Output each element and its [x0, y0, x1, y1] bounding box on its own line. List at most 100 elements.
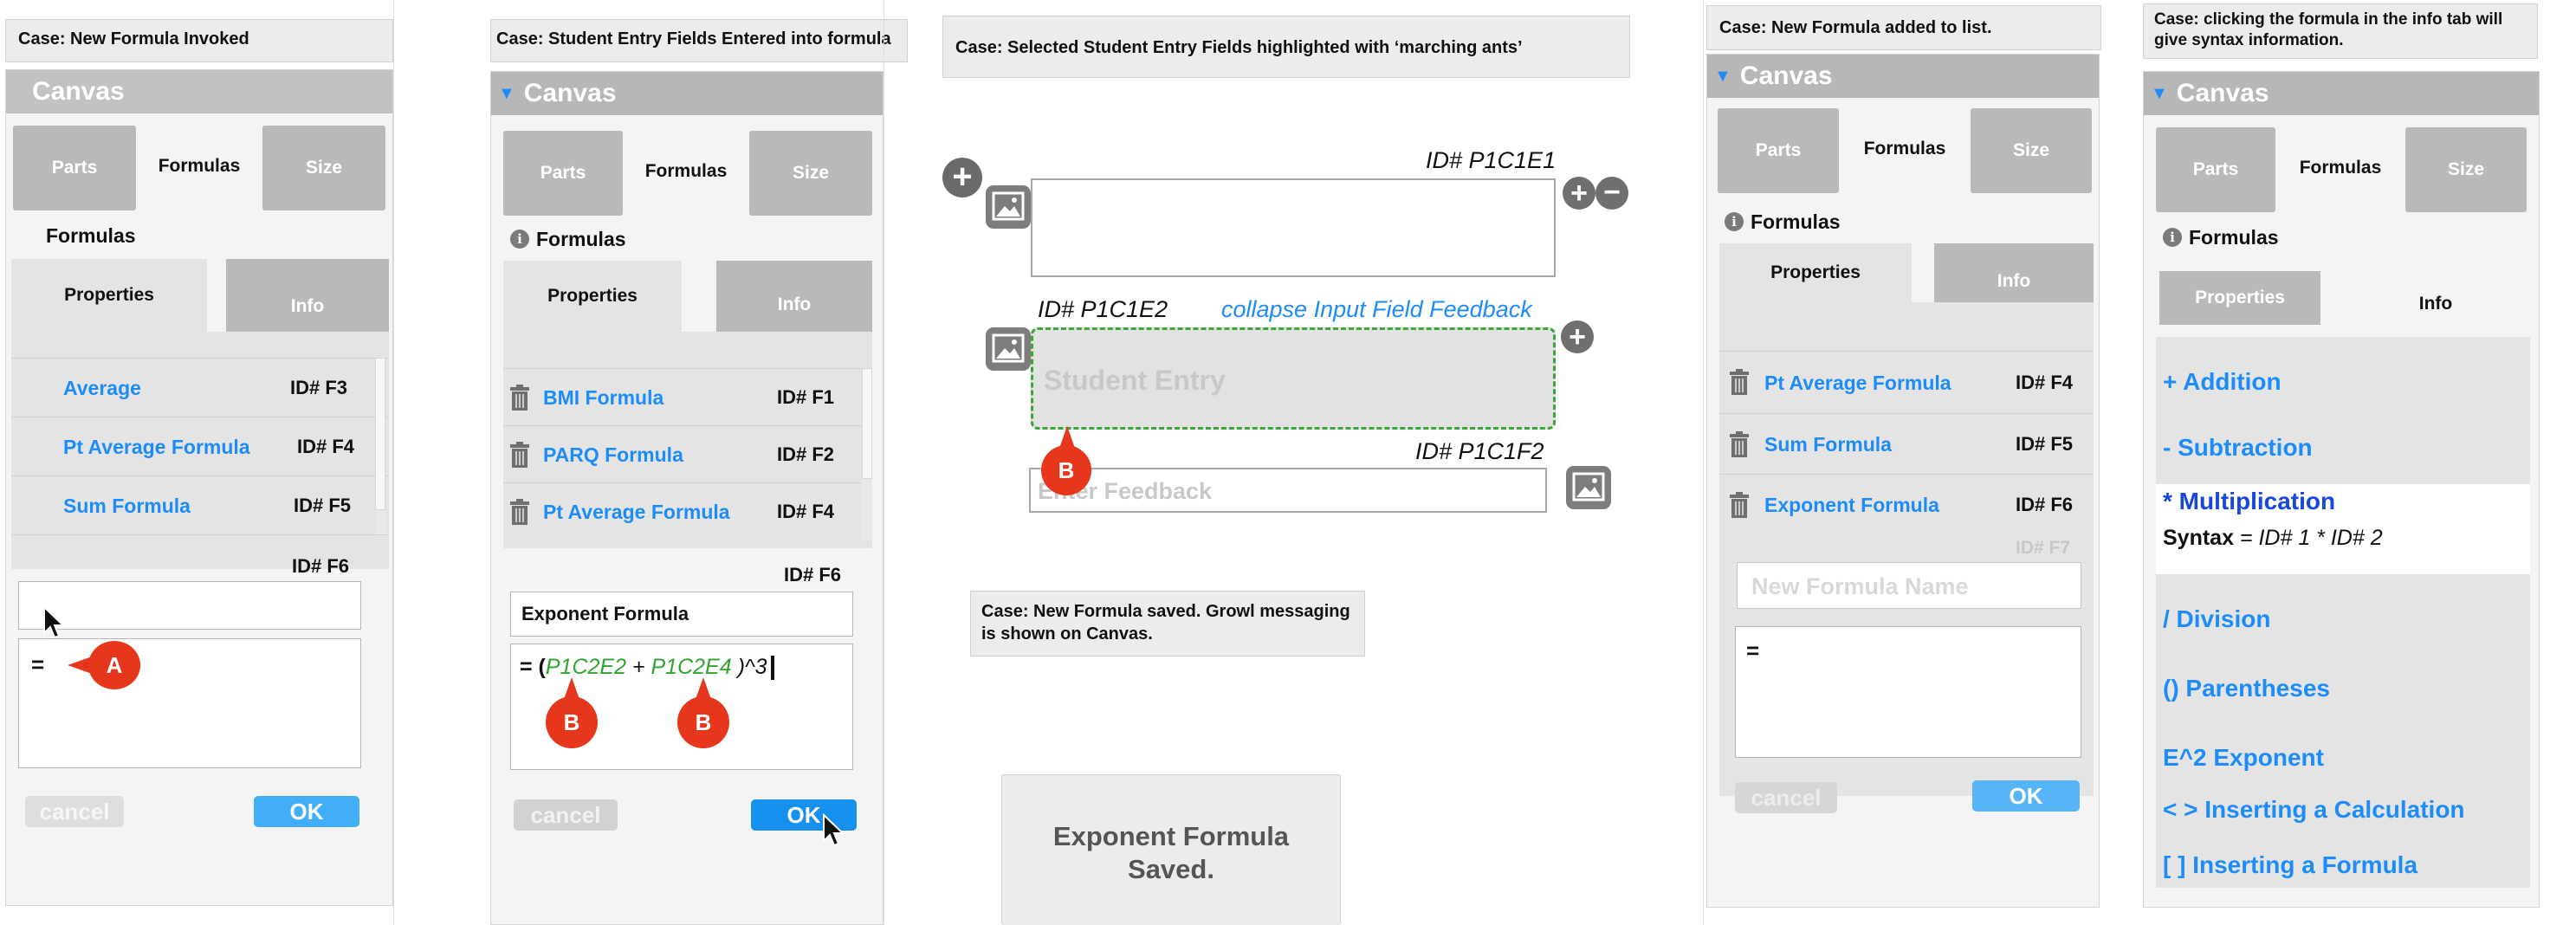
tab-parts[interactable]: Parts	[13, 126, 136, 210]
collapse-triangle-icon[interactable]: ▼	[1714, 67, 1731, 86]
tab-size[interactable]: Size	[1971, 108, 2092, 193]
trash-icon[interactable]	[1728, 431, 1751, 457]
image-icon[interactable]	[986, 327, 1031, 371]
syntax-item-formula[interactable]: [ ] Inserting a Formula	[2163, 851, 2417, 879]
subtab-properties[interactable]: Properties	[11, 259, 207, 332]
student-entry-reference[interactable]: P1C2E4	[651, 655, 732, 679]
subtab-info[interactable]: Info	[1934, 243, 2094, 302]
canvas-text-field[interactable]	[1031, 178, 1556, 277]
cancel-button[interactable]: cancel	[514, 799, 618, 831]
formula-expression-input[interactable]: = (P1C2E2 + P1C2E4 )^3 B B	[510, 644, 853, 770]
list-item[interactable]: Sum Formula ID# F5	[1719, 413, 2094, 474]
formula-name-input[interactable]	[18, 581, 361, 630]
extra-formula-id: ID# F6	[784, 564, 842, 585]
panel-header[interactable]: ▼ Canvas	[2144, 72, 2539, 115]
list-item[interactable]: Pt Average Formula ID# F4	[11, 417, 389, 475]
subtab-properties[interactable]: Properties	[503, 261, 682, 332]
tab-formulas[interactable]: Formulas	[138, 124, 261, 210]
formula-name: Exponent Formula	[1764, 494, 1939, 516]
trash-icon[interactable]	[508, 442, 531, 468]
formula-id: ID# F5	[294, 495, 352, 516]
tab-formulas[interactable]: Formulas	[1842, 107, 1967, 193]
student-entry-field-selected[interactable]: Student Entry	[1031, 327, 1556, 430]
cancel-button[interactable]: cancel	[1735, 782, 1837, 813]
ok-button[interactable]: OK	[254, 796, 359, 827]
trash-icon[interactable]	[508, 385, 531, 411]
plus-operator: +	[626, 655, 651, 679]
formula-name: Sum Formula	[1764, 433, 1892, 456]
collapse-triangle-icon[interactable]: ▼	[498, 84, 515, 103]
formula-id: ID# F5	[2016, 433, 2074, 455]
syntax-item-parentheses[interactable]: () Parentheses	[2163, 675, 2330, 702]
list-item[interactable]: PARQ Formula ID# F2	[503, 425, 872, 482]
case-label-student-entry-fields: Case: Student Entry Fields Entered into …	[490, 19, 908, 62]
ok-button[interactable]: OK	[1972, 780, 2080, 812]
formula-name-input[interactable]: Exponent Formula	[510, 592, 853, 637]
subtab-properties[interactable]: Properties	[1719, 243, 1912, 302]
formula-list: Average ID# F3 Pt Average Formula ID# F4 S…	[11, 332, 389, 569]
formula-name: BMI Formula	[543, 386, 664, 409]
scroll-thumb[interactable]	[375, 358, 385, 510]
tab-formulas[interactable]: Formulas	[2279, 126, 2402, 212]
list-item[interactable]: Sum Formula ID# F5	[11, 475, 389, 534]
feedback-field[interactable]: Enter Feedback	[1029, 468, 1547, 513]
info-icon[interactable]: i	[510, 229, 529, 249]
case-label-syntax-info: Case: clicking the formula in the info t…	[2143, 3, 2538, 59]
panel-title: Canvas	[2176, 79, 2269, 107]
info-icon[interactable]: i	[1725, 211, 1744, 231]
list-scrollbar[interactable]	[862, 368, 872, 540]
tab-size[interactable]: Size	[749, 131, 872, 216]
formula-prefix: = (	[520, 655, 546, 679]
list-scrollbar[interactable]	[375, 358, 385, 534]
list-item[interactable]: Pt Average Formula ID# F4	[1719, 351, 2094, 413]
collapse-triangle-icon[interactable]: ▼	[2151, 84, 2168, 103]
syntax-item-subtraction[interactable]: - Subtraction	[2163, 434, 2313, 462]
student-entry-reference[interactable]: P1C2E2	[546, 655, 626, 679]
collapse-feedback-link[interactable]: collapse Input Field Feedback	[1221, 296, 1532, 323]
syntax-item-calculation[interactable]: < > Inserting a Calculation	[2163, 796, 2465, 824]
formula-expression-input[interactable]: = A	[18, 638, 361, 768]
trash-icon[interactable]	[508, 499, 531, 525]
annotation-marker-a: A	[68, 641, 140, 689]
list-item[interactable]: Average ID# F3	[11, 358, 389, 417]
section-title: i Formulas	[1725, 210, 1841, 234]
equals-sign: =	[1746, 637, 1760, 663]
syntax-item-addition[interactable]: + Addition	[2163, 368, 2282, 396]
add-element-icon[interactable]: +	[1561, 320, 1594, 353]
list-item[interactable]: Pt Average Formula ID# F4	[503, 482, 872, 540]
list-item[interactable]: Exponent Formula ID# F6	[1719, 474, 2094, 534]
subtab-properties[interactable]: Properties	[2159, 271, 2320, 325]
image-icon[interactable]	[986, 185, 1031, 229]
tab-parts[interactable]: Parts	[2156, 127, 2275, 212]
remove-element-icon[interactable]: −	[1595, 177, 1628, 210]
tab-size[interactable]: Size	[2405, 127, 2527, 212]
syntax-item-multiplication[interactable]: * Multiplication	[2163, 488, 2335, 515]
add-element-icon[interactable]: +	[1563, 177, 1595, 210]
panel-header[interactable]: ▼ Canvas	[1707, 55, 2099, 98]
formula-name: Pt Average Formula	[1764, 372, 1951, 394]
tab-parts[interactable]: Parts	[1718, 108, 1839, 193]
formula-name-input[interactable]: New Formula Name	[1737, 562, 2081, 609]
subtab-info[interactable]: Info	[716, 261, 872, 332]
image-icon[interactable]	[1566, 466, 1611, 509]
info-icon[interactable]: i	[2163, 227, 2182, 247]
panel-header[interactable]: Canvas	[6, 70, 392, 113]
syntax-item-multiplication-expanded[interactable]: * Multiplication Syntax = ID# 1 * ID# 2	[2156, 484, 2530, 574]
subtab-info[interactable]: Info	[226, 259, 389, 332]
add-element-icon[interactable]: +	[942, 158, 982, 197]
list-item[interactable]: BMI Formula ID# F1	[503, 368, 872, 425]
cancel-button[interactable]: cancel	[25, 796, 124, 827]
formula-expression-input[interactable]: =	[1735, 626, 2081, 758]
tab-formulas[interactable]: Formulas	[626, 129, 746, 216]
trash-icon[interactable]	[1728, 492, 1751, 518]
trash-icon[interactable]	[1728, 369, 1751, 395]
scroll-thumb[interactable]	[862, 368, 872, 479]
syntax-info-list: + Addition - Subtraction * Multiplicatio…	[2156, 337, 2530, 888]
syntax-item-exponent[interactable]: E^2 Exponent	[2163, 744, 2324, 772]
panel-header[interactable]: ▼ Canvas	[491, 72, 883, 115]
canvas-panel-3: ▼ Canvas Parts Formulas Size i Formulas Pr…	[1706, 54, 2100, 908]
tab-size[interactable]: Size	[262, 126, 385, 210]
syntax-item-division[interactable]: / Division	[2163, 605, 2270, 633]
subtab-info[interactable]: Info	[2341, 271, 2530, 337]
tab-parts[interactable]: Parts	[503, 131, 623, 216]
